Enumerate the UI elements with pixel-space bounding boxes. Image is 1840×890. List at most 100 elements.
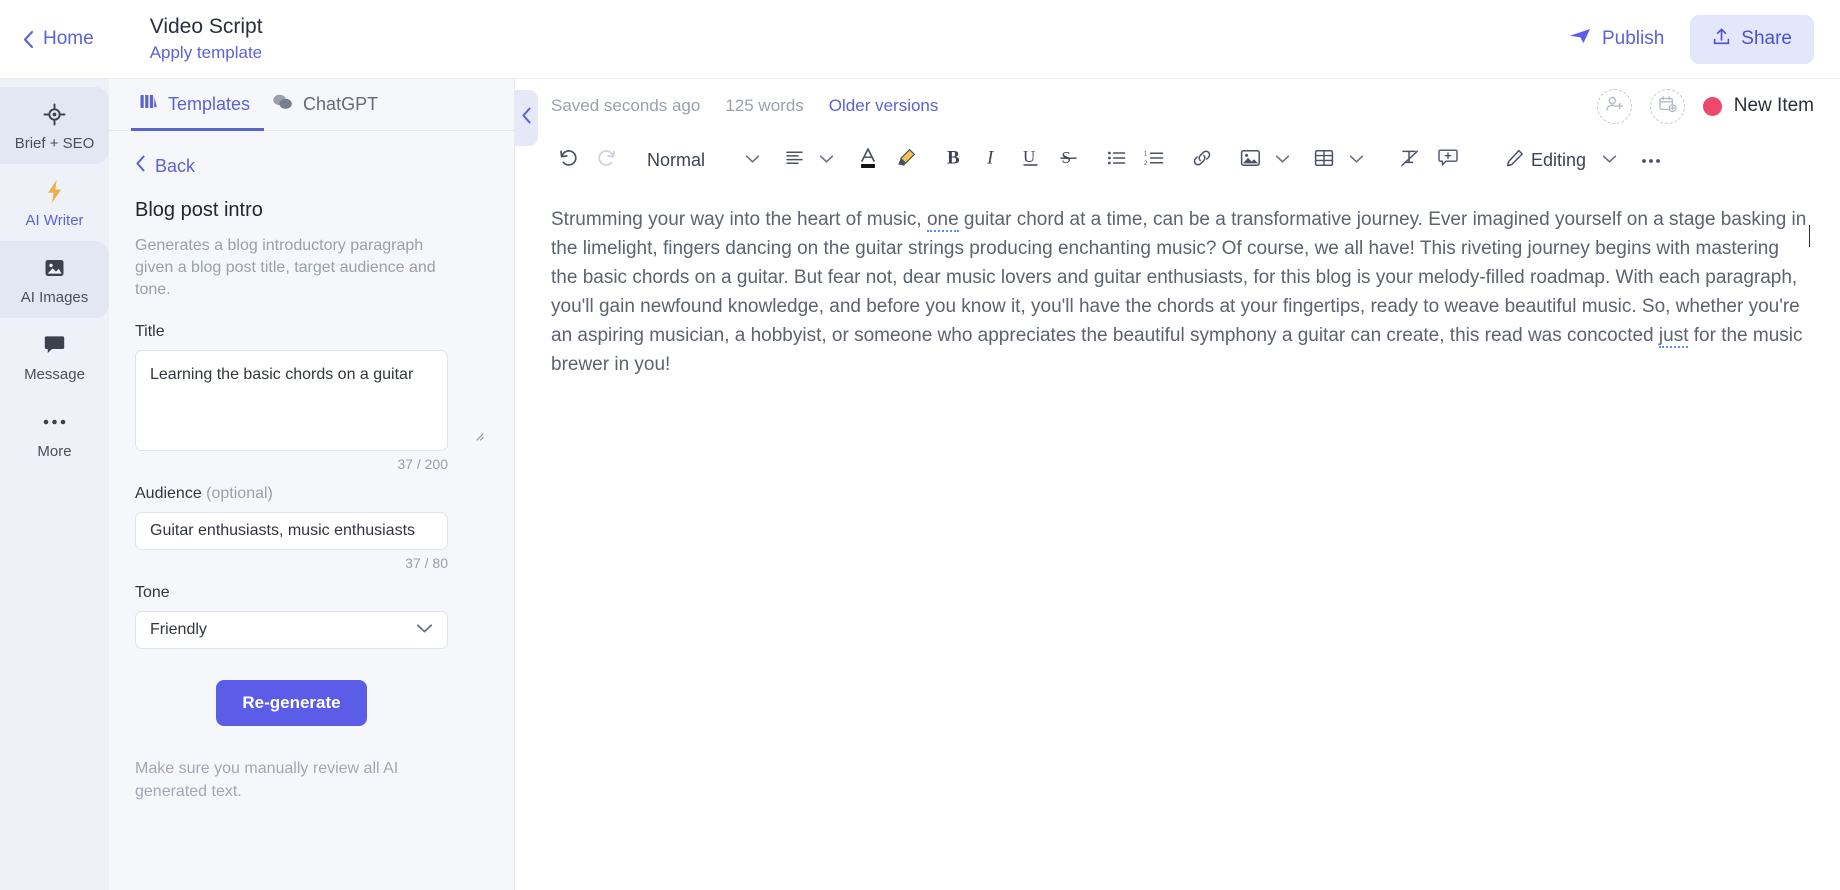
saved-status: Saved seconds ago bbox=[551, 96, 700, 116]
app-root: Home Video Script Apply template Publish… bbox=[0, 0, 1840, 890]
chevron-left-icon bbox=[22, 30, 34, 49]
document-paragraph[interactable]: Strumming your way into the heart of mus… bbox=[551, 205, 1810, 379]
upload-icon bbox=[1712, 27, 1731, 52]
align-left-icon bbox=[785, 150, 804, 170]
tone-select[interactable]: Friendly bbox=[135, 611, 448, 649]
chevron-down-icon bbox=[819, 151, 834, 169]
insert-image-button[interactable] bbox=[1231, 141, 1269, 179]
title-label-text: Title bbox=[135, 323, 165, 340]
older-versions-link[interactable]: Older versions bbox=[829, 96, 939, 116]
tab-label: Templates bbox=[168, 94, 250, 115]
underline-icon: U bbox=[1022, 147, 1039, 173]
sidebar-item-ai-writer[interactable]: AI Writer bbox=[0, 164, 109, 241]
sidebar-item-message[interactable]: Message bbox=[0, 318, 109, 395]
editor-status-bar: Saved seconds ago 125 words Older versio… bbox=[515, 79, 1840, 133]
add-person-icon bbox=[1605, 95, 1624, 118]
highlight-button[interactable] bbox=[887, 141, 925, 179]
add-person-button[interactable] bbox=[1597, 89, 1632, 124]
share-button[interactable]: Share bbox=[1690, 15, 1814, 64]
insert-table-chevron[interactable] bbox=[1343, 141, 1369, 179]
grammar-suggestion-word[interactable]: one bbox=[927, 209, 959, 232]
text-color-button[interactable] bbox=[849, 141, 887, 179]
tab-chatgpt[interactable]: ChatGPT bbox=[264, 93, 392, 131]
grammar-suggestion-word[interactable]: just bbox=[1659, 325, 1689, 348]
resize-grip-icon bbox=[473, 428, 484, 446]
svg-text:1: 1 bbox=[1144, 151, 1148, 157]
insert-table-button[interactable] bbox=[1305, 141, 1343, 179]
title-input[interactable] bbox=[135, 350, 448, 451]
editing-mode-label: Editing bbox=[1531, 150, 1586, 171]
doc-text-part-1: Strumming your way into the heart of mus… bbox=[551, 209, 927, 230]
word-count: 125 words bbox=[725, 96, 803, 116]
pencil-icon bbox=[1505, 148, 1525, 173]
italic-button[interactable]: I bbox=[973, 141, 1011, 179]
numbered-list-icon: 12 bbox=[1144, 150, 1164, 171]
svg-text:2: 2 bbox=[1144, 160, 1148, 165]
back-button[interactable]: Back bbox=[135, 155, 490, 177]
template-panel: Templates ChatGPT bbox=[109, 79, 515, 890]
bullet-list-button[interactable] bbox=[1097, 141, 1135, 179]
sidebar-item-ai-images[interactable]: AI Images bbox=[0, 241, 109, 318]
top-bar: Home Video Script Apply template Publish… bbox=[0, 0, 1840, 79]
align-button[interactable] bbox=[775, 141, 813, 179]
editing-mode-chevron[interactable] bbox=[1596, 141, 1622, 179]
sidebar-item-label: AI Images bbox=[21, 290, 89, 306]
bullet-list-icon bbox=[1107, 150, 1126, 171]
top-bar-actions: Publish Share bbox=[1569, 15, 1814, 64]
numbered-list-button[interactable]: 12 bbox=[1135, 141, 1173, 179]
chevron-left-icon bbox=[521, 107, 532, 129]
insert-image-chevron[interactable] bbox=[1269, 141, 1295, 179]
highlighter-icon bbox=[895, 147, 917, 174]
toolbar-more-button[interactable] bbox=[1632, 141, 1670, 179]
send-icon bbox=[1569, 27, 1591, 51]
editor-status-left: Saved seconds ago 125 words Older versio… bbox=[551, 96, 938, 116]
regenerate-button[interactable]: Re-generate bbox=[216, 680, 366, 726]
audience-optional-text: (optional) bbox=[206, 485, 273, 502]
table-icon bbox=[1314, 149, 1334, 172]
svg-text:B: B bbox=[947, 148, 960, 167]
align-chevron[interactable] bbox=[813, 141, 839, 179]
tab-templates[interactable]: Templates bbox=[131, 92, 264, 131]
italic-icon: I bbox=[985, 148, 999, 172]
title-input-wrapper bbox=[135, 350, 490, 451]
audience-char-counter: 37 / 80 bbox=[135, 555, 448, 571]
panel-tab-bar: Templates ChatGPT bbox=[109, 79, 514, 131]
strikethrough-button[interactable]: S bbox=[1049, 141, 1087, 179]
sidebar-item-brief-seo[interactable]: Brief + SEO bbox=[0, 87, 109, 164]
chat-bubble-icon bbox=[43, 332, 66, 358]
ellipsis-icon bbox=[42, 409, 67, 435]
redo-button[interactable] bbox=[587, 141, 625, 179]
chevron-down-icon bbox=[1275, 151, 1290, 169]
add-comment-button[interactable] bbox=[1429, 141, 1467, 179]
share-label: Share bbox=[1741, 28, 1792, 50]
tone-field-label: Tone bbox=[135, 584, 490, 602]
text-caret bbox=[1809, 225, 1811, 247]
bold-icon: B bbox=[947, 148, 961, 172]
home-label: Home bbox=[43, 28, 94, 50]
editing-mode-button[interactable]: Editing bbox=[1505, 148, 1586, 173]
document-title-block: Video Script Apply template bbox=[150, 14, 263, 64]
add-comment-icon bbox=[1438, 148, 1458, 172]
underline-button[interactable]: U bbox=[1011, 141, 1049, 179]
add-calendar-button[interactable] bbox=[1650, 89, 1685, 124]
sidebar-item-more[interactable]: More bbox=[0, 395, 109, 472]
new-item-button[interactable]: New Item bbox=[1703, 95, 1814, 117]
audience-input[interactable] bbox=[135, 512, 448, 550]
clear-formatting-button[interactable] bbox=[1391, 141, 1429, 179]
document-canvas[interactable]: Strumming your way into the heart of mus… bbox=[515, 187, 1840, 890]
apply-template-link[interactable]: Apply template bbox=[150, 42, 263, 64]
new-item-label: New Item bbox=[1734, 95, 1814, 117]
undo-button[interactable] bbox=[549, 141, 587, 179]
image-icon bbox=[43, 255, 66, 281]
target-icon bbox=[43, 101, 66, 127]
tab-label: ChatGPT bbox=[303, 94, 378, 115]
publish-button[interactable]: Publish bbox=[1569, 27, 1664, 51]
bold-button[interactable]: B bbox=[935, 141, 973, 179]
svg-text:U: U bbox=[1023, 147, 1035, 166]
home-back-button[interactable]: Home bbox=[22, 28, 114, 50]
audience-field-label: Audience (optional) bbox=[135, 485, 490, 503]
paragraph-style-button[interactable]: Normal bbox=[635, 141, 717, 179]
link-button[interactable] bbox=[1183, 141, 1221, 179]
collapse-panel-button[interactable] bbox=[514, 90, 538, 146]
paragraph-style-chevron[interactable] bbox=[739, 141, 765, 179]
